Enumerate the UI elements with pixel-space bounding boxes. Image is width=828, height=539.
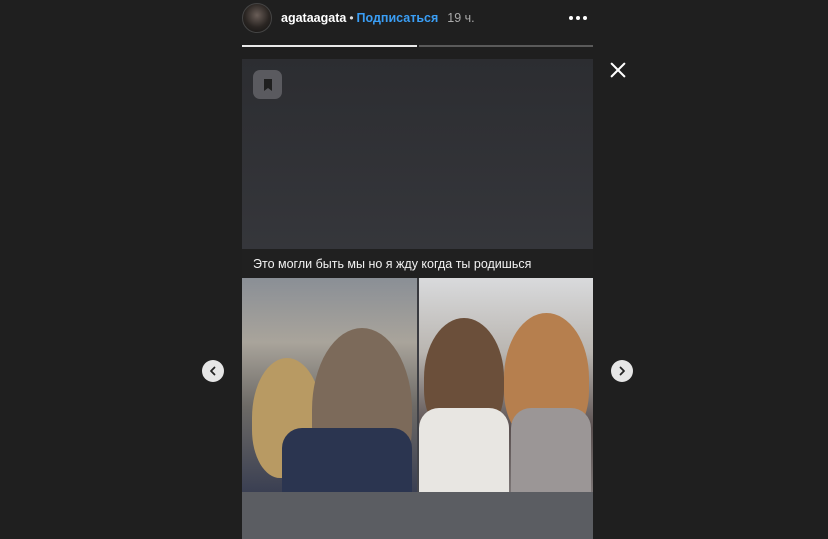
chevron-left-icon[interactable] xyxy=(202,360,224,382)
follow-button[interactable]: Подписаться xyxy=(357,11,439,25)
selfie-photo-left xyxy=(242,278,417,492)
progress-segment-current xyxy=(242,45,417,47)
story-content: Это могли быть мы но я жду когда ты роди… xyxy=(242,59,593,539)
timestamp: 19 ч. xyxy=(447,11,475,25)
selfie-photo-right xyxy=(418,278,593,492)
separator-dot: • xyxy=(349,11,354,25)
more-options-icon[interactable] xyxy=(563,12,593,24)
close-icon[interactable] xyxy=(606,58,630,82)
story-header: agataagata • Подписаться 19 ч. xyxy=(242,0,593,36)
chevron-right-icon[interactable] xyxy=(611,360,633,382)
story-progress-bar xyxy=(242,45,593,47)
avatar[interactable] xyxy=(242,3,272,33)
story-caption: Это могли быть мы но я жду когда ты роди… xyxy=(242,249,593,278)
progress-segment-next xyxy=(418,45,593,47)
username[interactable]: agataagata xyxy=(281,11,346,25)
story-bottom-area xyxy=(242,492,593,539)
story-photo-collage xyxy=(242,278,593,492)
bookmark-icon[interactable] xyxy=(253,70,282,99)
